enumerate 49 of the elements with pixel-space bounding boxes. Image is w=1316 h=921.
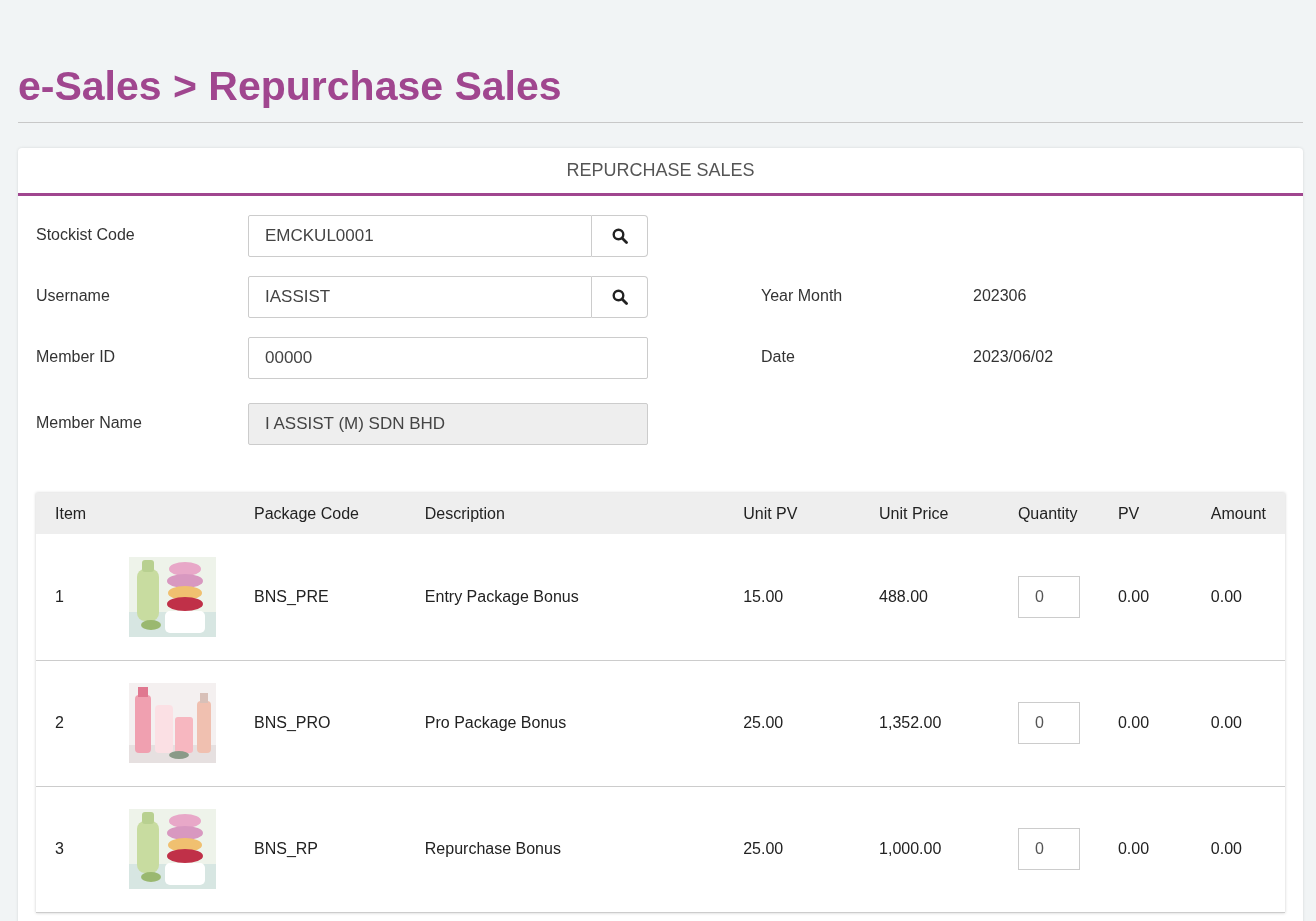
info-label: Year Month bbox=[761, 286, 844, 305]
input-field[interactable]: 00000 bbox=[248, 337, 648, 379]
info-label: Date bbox=[761, 347, 796, 366]
table-cell: 488.00 bbox=[879, 587, 928, 605]
quantity-field[interactable]: 0 bbox=[1017, 828, 1080, 870]
info-value: 2023/06/02 bbox=[973, 347, 1054, 366]
column-header: Amount bbox=[1210, 504, 1266, 522]
column-header: PV bbox=[1117, 504, 1140, 522]
card-title: REPURCHASE SALES bbox=[566, 160, 755, 181]
table-cell: Entry Package Bonus bbox=[424, 587, 579, 605]
search-button[interactable] bbox=[592, 276, 648, 318]
info-value: 202306 bbox=[973, 286, 1027, 305]
search-button[interactable] bbox=[592, 215, 648, 257]
page-title: e-Sales > Repurchase Sales bbox=[18, 60, 1303, 123]
table-cell: Repurchase Bonus bbox=[424, 840, 561, 857]
table-cell: Pro Package Bonus bbox=[424, 714, 567, 731]
table-cell: 25.00 bbox=[743, 840, 784, 857]
search-icon bbox=[611, 289, 628, 305]
table-cell: 1,352.00 bbox=[879, 714, 942, 731]
column-header: Item bbox=[55, 504, 87, 522]
table-cell: 15.00 bbox=[743, 587, 784, 605]
column-header: Package Code bbox=[254, 504, 359, 522]
table-cell: 0.00 bbox=[1210, 587, 1242, 605]
table-cell: 1 bbox=[55, 587, 64, 605]
table-cell: 0.00 bbox=[1117, 840, 1150, 857]
table-cell: 3 bbox=[55, 840, 64, 857]
field-label: Member ID bbox=[36, 347, 117, 366]
table-cell: 0.00 bbox=[1117, 714, 1150, 731]
quantity-field[interactable]: 0 bbox=[1017, 702, 1080, 744]
column-header: Quantity bbox=[1017, 504, 1078, 522]
column-header: Description bbox=[424, 504, 505, 522]
table-cell: 0.00 bbox=[1210, 840, 1242, 857]
input-field[interactable]: EMCKUL0001 bbox=[248, 215, 592, 257]
table-cell: 25.00 bbox=[743, 714, 784, 731]
field-label: Member Name bbox=[36, 413, 143, 432]
table-cell: BNS_PRE bbox=[254, 587, 329, 605]
field-label: Stockist Code bbox=[36, 225, 136, 244]
table-cell: 0.00 bbox=[1117, 587, 1150, 605]
column-header: Unit PV bbox=[743, 504, 798, 522]
search-icon bbox=[611, 228, 628, 244]
table-cell: 1,000.00 bbox=[879, 840, 942, 857]
table-cell: 2 bbox=[55, 714, 64, 731]
column-header: Unit Price bbox=[879, 504, 949, 522]
input-field[interactable]: IASSIST bbox=[248, 276, 592, 318]
table-cell: 0.00 bbox=[1210, 714, 1242, 731]
table-cell: BNS_RP bbox=[254, 840, 318, 857]
quantity-field[interactable]: 0 bbox=[1017, 575, 1080, 618]
field-label: Username bbox=[36, 286, 111, 305]
table-cell: BNS_PRO bbox=[254, 714, 331, 731]
